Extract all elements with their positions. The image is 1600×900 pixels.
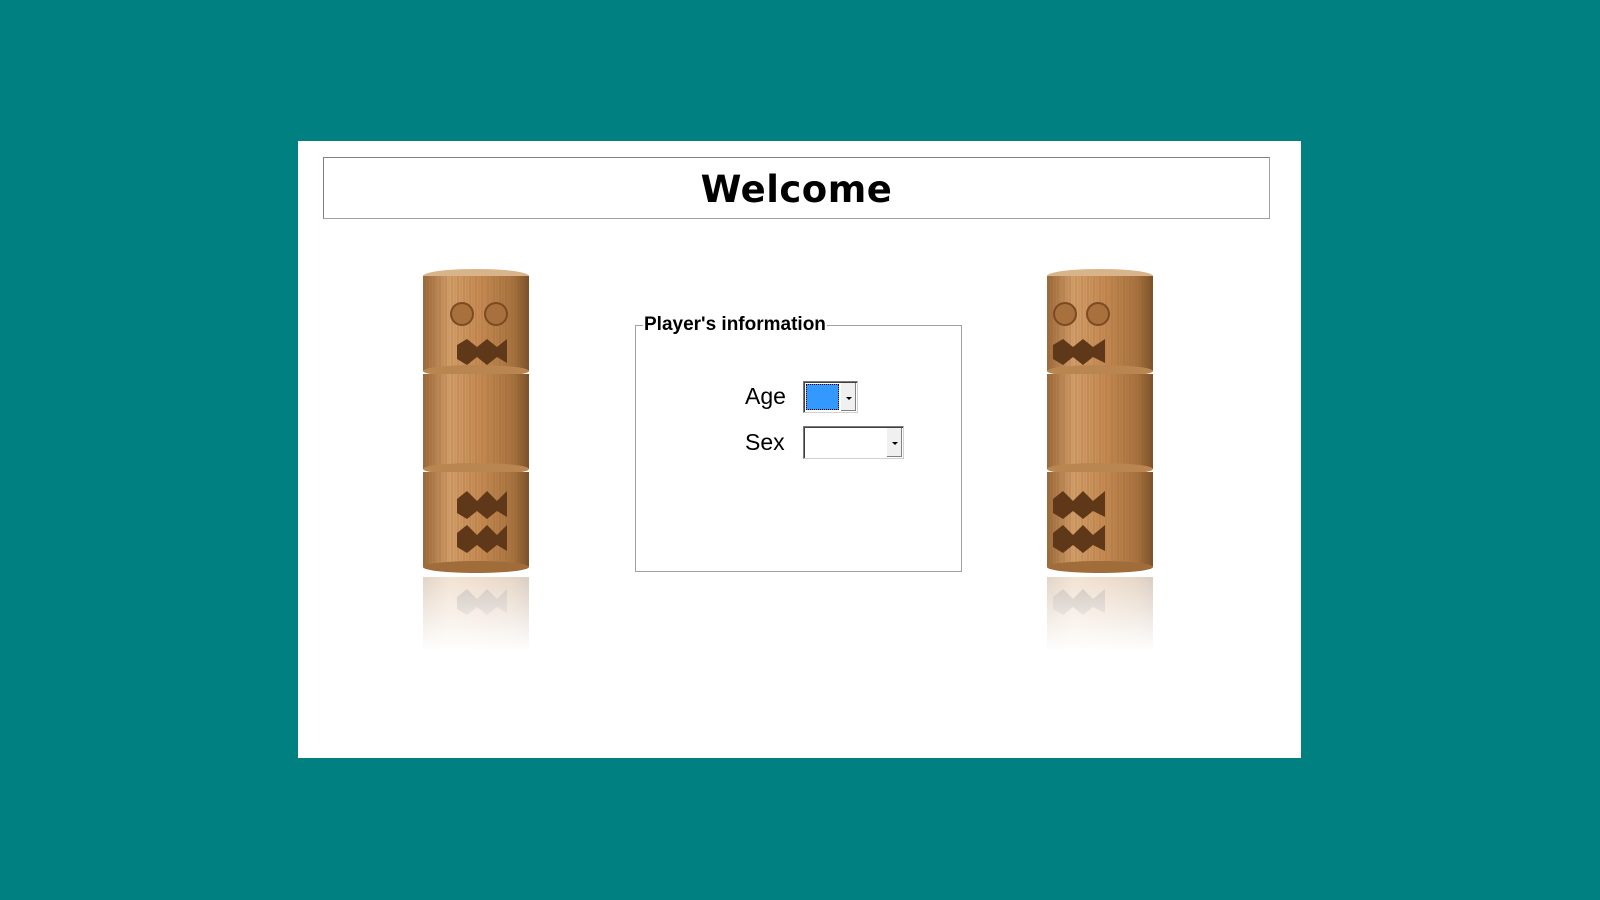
age-label: Age [745, 383, 786, 409]
sex-select-value [806, 429, 885, 456]
welcome-header: Welcome [323, 157, 1270, 219]
page-title: Welcome [700, 167, 893, 211]
chevron-down-icon[interactable] [886, 428, 902, 457]
wooden-totem-icon [1045, 269, 1155, 652]
wooden-totem-icon [421, 269, 531, 652]
chevron-down-icon[interactable] [840, 383, 856, 411]
fieldset-legend: Player's information [643, 314, 827, 336]
age-select-value [806, 384, 839, 410]
age-select[interactable] [803, 381, 858, 413]
sex-select[interactable] [803, 426, 904, 459]
welcome-panel: Welcome Player's information Age Sex [298, 141, 1301, 758]
player-info-fieldset: Player's information Age Sex [635, 314, 962, 572]
sex-label: Sex [745, 429, 785, 455]
